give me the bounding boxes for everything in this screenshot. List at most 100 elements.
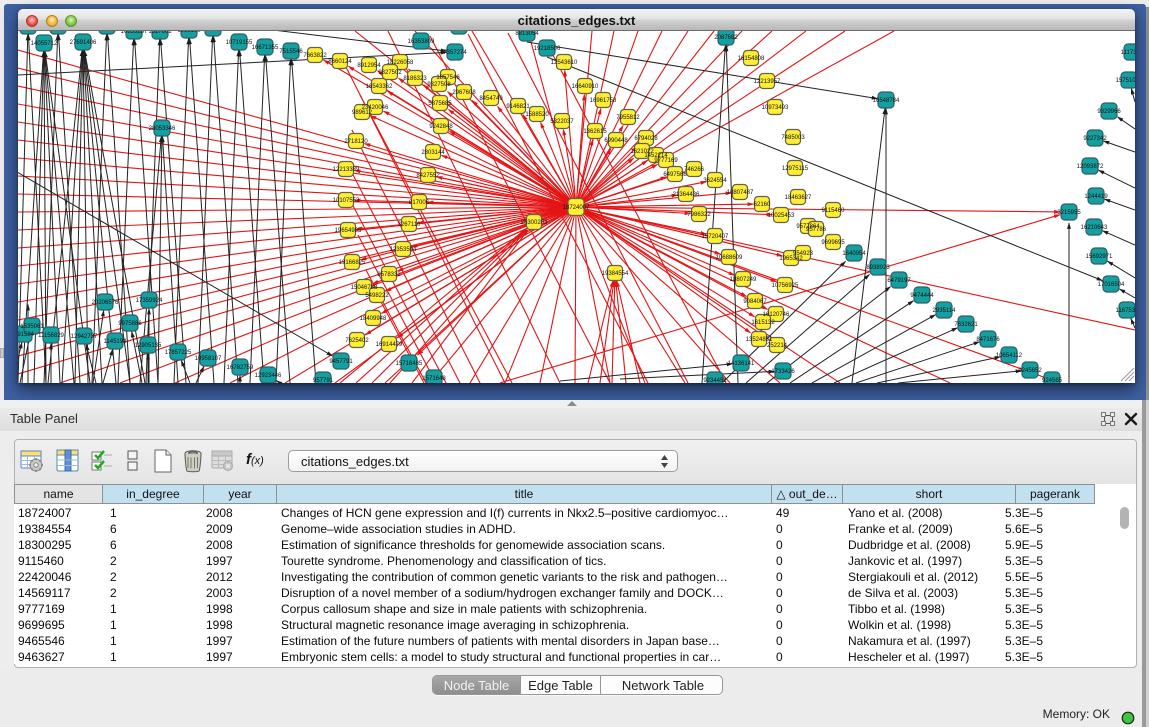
svg-text:15046788: 15046788 bbox=[351, 285, 378, 291]
svg-text:16154808: 16154808 bbox=[738, 56, 765, 62]
svg-text:9245652: 9245652 bbox=[1018, 368, 1042, 374]
svg-text:8471676: 8471676 bbox=[976, 337, 1000, 343]
svg-text:2935114: 2935114 bbox=[933, 308, 957, 314]
svg-text:17857225: 17857225 bbox=[165, 350, 192, 356]
svg-text:15751074: 15751074 bbox=[1116, 78, 1135, 84]
svg-text:2803144: 2803144 bbox=[421, 150, 445, 156]
svg-text:1244419: 1244419 bbox=[1084, 194, 1108, 200]
svg-text:16543362: 16543362 bbox=[366, 84, 393, 90]
svg-text:8454749: 8454749 bbox=[479, 96, 503, 102]
svg-text:25300203: 25300203 bbox=[521, 220, 548, 226]
svg-text:746266: 746266 bbox=[684, 167, 705, 173]
svg-text:9146821: 9146821 bbox=[506, 104, 530, 110]
svg-text:16782759: 16782759 bbox=[227, 365, 254, 371]
svg-text:16548784: 16548784 bbox=[873, 98, 900, 104]
svg-text:21364436: 21364436 bbox=[673, 192, 700, 198]
svg-text:10688609: 10688609 bbox=[716, 255, 743, 261]
svg-text:12543610: 12543610 bbox=[551, 60, 578, 66]
svg-text:2967608: 2967608 bbox=[452, 90, 476, 96]
svg-text:1117334: 1117334 bbox=[1121, 50, 1135, 56]
svg-text:6794028: 6794028 bbox=[634, 136, 658, 142]
svg-text:8427552: 8427552 bbox=[416, 173, 440, 179]
svg-text:1588520: 1588520 bbox=[525, 112, 549, 118]
svg-text:7515546: 7515546 bbox=[279, 49, 303, 55]
svg-text:14136141: 14136141 bbox=[728, 361, 755, 367]
svg-text:12923446: 12923446 bbox=[255, 373, 282, 379]
svg-text:10756925: 10756925 bbox=[772, 283, 799, 289]
svg-text:1527602: 1527602 bbox=[148, 31, 172, 35]
svg-text:10025453: 10025453 bbox=[768, 213, 795, 219]
svg-text:7357274: 7357274 bbox=[443, 50, 467, 56]
svg-text:8912954: 8912954 bbox=[357, 63, 381, 69]
svg-text:10973493: 10973493 bbox=[762, 105, 789, 111]
svg-text:5875685: 5875685 bbox=[428, 101, 452, 107]
svg-text:10807487: 10807487 bbox=[727, 190, 754, 196]
svg-text:18409948: 18409948 bbox=[360, 316, 387, 322]
svg-text:18724007: 18724007 bbox=[563, 205, 590, 211]
svg-text:9457791: 9457791 bbox=[329, 359, 353, 365]
svg-text:19166825: 19166825 bbox=[339, 260, 366, 266]
svg-text:19384554: 19384554 bbox=[602, 271, 629, 277]
svg-text:2718120: 2718120 bbox=[344, 139, 368, 145]
svg-text:6966160: 6966160 bbox=[177, 31, 201, 34]
svg-text:1733426: 1733426 bbox=[771, 369, 795, 375]
svg-text:16210643: 16210643 bbox=[1081, 225, 1108, 231]
svg-text:12975115: 12975115 bbox=[782, 166, 809, 172]
svg-text:9327508: 9327508 bbox=[427, 82, 451, 88]
svg-text:6497568: 6497568 bbox=[663, 172, 687, 178]
svg-text:924565: 924565 bbox=[1042, 378, 1063, 383]
svg-text:957786: 957786 bbox=[806, 227, 827, 233]
svg-text:9115460: 9115460 bbox=[822, 208, 846, 214]
svg-text:9234451: 9234451 bbox=[703, 378, 727, 383]
svg-text:10853287: 10853287 bbox=[121, 31, 148, 35]
svg-text:954923: 954923 bbox=[793, 251, 814, 257]
svg-text:1640954: 1640954 bbox=[842, 251, 866, 257]
svg-text:7485003: 7485003 bbox=[781, 135, 805, 141]
svg-text:16640910: 16640910 bbox=[572, 84, 599, 90]
svg-text:15716485: 15716485 bbox=[396, 361, 423, 367]
svg-text:10107553: 10107553 bbox=[333, 198, 360, 204]
svg-text:5322037: 5322037 bbox=[550, 119, 574, 125]
svg-text:7986322: 7986322 bbox=[687, 212, 711, 218]
svg-text:15720407: 15720407 bbox=[702, 234, 729, 240]
svg-text:18463627: 18463627 bbox=[785, 195, 812, 201]
svg-text:28053346: 28053346 bbox=[149, 126, 176, 132]
svg-text:16353809: 16353809 bbox=[408, 39, 435, 45]
svg-text:10654112: 10654112 bbox=[996, 353, 1023, 359]
svg-text:17359924: 17359924 bbox=[136, 298, 163, 304]
svg-text:12905135: 12905135 bbox=[135, 343, 162, 349]
svg-text:20206576: 20206576 bbox=[92, 300, 119, 306]
svg-text:1362615: 1362615 bbox=[583, 129, 607, 135]
svg-text:9242848: 9242848 bbox=[429, 124, 453, 130]
svg-text:8186323: 8186323 bbox=[403, 76, 427, 82]
svg-text:391594: 391594 bbox=[18, 332, 35, 338]
svg-text:12353594: 12353594 bbox=[390, 247, 417, 253]
svg-text:12942737: 12942737 bbox=[71, 334, 98, 340]
svg-text:17016504: 17016504 bbox=[1098, 282, 1125, 288]
svg-text:9329966: 9329966 bbox=[1097, 109, 1121, 115]
svg-text:9227342: 9227342 bbox=[1083, 136, 1107, 142]
svg-text:1571648: 1571648 bbox=[422, 376, 446, 382]
svg-text:18226058: 18226058 bbox=[387, 60, 414, 66]
svg-text:19218506: 19218506 bbox=[534, 46, 561, 52]
svg-text:1857546: 1857546 bbox=[436, 75, 460, 81]
svg-text:8938923: 8938923 bbox=[866, 265, 890, 271]
svg-text:957791: 957791 bbox=[313, 378, 334, 383]
svg-text:9827502: 9827502 bbox=[378, 70, 402, 76]
svg-text:2087682: 2087682 bbox=[714, 35, 738, 41]
svg-text:10719155: 10719155 bbox=[226, 40, 253, 46]
svg-text:8813054: 8813054 bbox=[515, 31, 539, 37]
svg-text:3215955: 3215955 bbox=[1057, 210, 1081, 216]
svg-text:9084067: 9084067 bbox=[743, 299, 767, 305]
svg-text:1145194: 1145194 bbox=[104, 339, 128, 345]
svg-text:5498222: 5498222 bbox=[365, 293, 389, 299]
svg-text:18807249: 18807249 bbox=[730, 277, 757, 283]
svg-text:16961758: 16961758 bbox=[590, 98, 617, 104]
svg-text:252214: 252214 bbox=[767, 343, 788, 349]
svg-text:1615132: 1615132 bbox=[751, 320, 775, 326]
svg-text:19654985: 19654985 bbox=[335, 228, 362, 234]
svg-text:9777169: 9777169 bbox=[654, 158, 678, 164]
svg-text:62160: 62160 bbox=[754, 202, 771, 208]
svg-text:3624554: 3624554 bbox=[703, 178, 727, 184]
svg-text:8660124: 8660124 bbox=[328, 59, 352, 65]
